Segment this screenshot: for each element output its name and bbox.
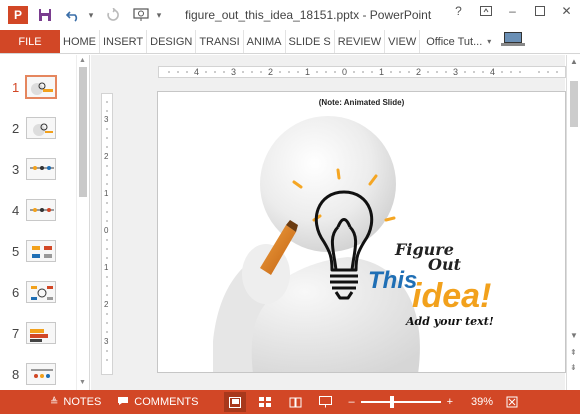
previous-slide-icon[interactable]: ⇞ xyxy=(570,348,577,357)
slide-sorter-view-icon[interactable] xyxy=(254,392,276,412)
thumbnail-number: 4 xyxy=(12,203,20,218)
comments-label: COMMENTS xyxy=(134,396,199,408)
ruler-label: 1 xyxy=(104,189,109,198)
vertical-ruler: 3 2 1 0 1 2 3 xyxy=(101,93,113,375)
zoom-level[interactable]: 39% xyxy=(471,396,493,408)
ruler-label: 2 xyxy=(104,300,109,309)
zoom-in-label: + xyxy=(446,396,454,408)
ruler-label: 1 xyxy=(305,67,311,77)
headline-idea: idea! xyxy=(412,277,492,315)
thumbnail-image[interactable] xyxy=(26,322,56,344)
tab-transitions[interactable]: TRANSI xyxy=(196,30,244,53)
thumbnail-number: 3 xyxy=(12,162,20,177)
ruler-label: 1 xyxy=(379,67,385,77)
undo-dropdown-icon[interactable]: ▾ xyxy=(86,5,96,25)
thumbnail-number: 2 xyxy=(12,121,20,136)
undo-icon[interactable] xyxy=(62,5,84,25)
scrollbar-thumb[interactable] xyxy=(570,81,578,127)
window-title: figure_out_this_idea_18151.pptx - PowerP… xyxy=(185,8,432,22)
zoom-out-button[interactable]: – xyxy=(348,396,354,408)
thumbnail-image[interactable] xyxy=(26,199,56,221)
thumbnail-number: 1 xyxy=(12,80,20,95)
thumbnail-number: 8 xyxy=(12,367,20,382)
slide-illustration xyxy=(213,116,420,372)
ruler-label: 2 xyxy=(268,67,274,77)
thumbnail-scrollbar[interactable]: ▲ ▼ xyxy=(76,55,88,390)
account-avatar[interactable] xyxy=(499,30,527,48)
close-icon[interactable]: ✕ xyxy=(553,0,580,22)
chevron-down-icon: ▾ xyxy=(487,37,492,46)
slide-show-view-icon[interactable] xyxy=(314,392,336,412)
tab-slide-show[interactable]: SLIDE S xyxy=(286,30,335,53)
scroll-up-icon[interactable]: ▲ xyxy=(570,57,578,66)
comments-button[interactable]: COMMENTS xyxy=(117,396,198,409)
scroll-up-icon[interactable]: ▲ xyxy=(79,57,86,64)
thumbnail-number: 6 xyxy=(12,285,20,300)
normal-view-icon[interactable] xyxy=(224,392,247,412)
zoom-slider[interactable] xyxy=(360,396,441,408)
tab-view[interactable]: VIEW xyxy=(385,30,421,53)
slide-canvas[interactable]: (Note: Animated Slide) Figure Out This i… xyxy=(157,91,566,373)
next-slide-icon[interactable]: ⇟ xyxy=(570,363,577,372)
scroll-down-icon[interactable]: ▼ xyxy=(79,379,86,386)
tab-file[interactable]: FILE xyxy=(0,30,60,53)
ruler-label: 1 xyxy=(104,263,109,272)
status-bar: ≜ NOTES COMMENTS – + 39% xyxy=(0,390,580,414)
slide-thumbnail-pane: 1 2 3 4 5 6 7 8 ▲ ▼ xyxy=(0,55,90,390)
title-bar: P ▾ ▾ figure_out_this_idea_18151.pptx - … xyxy=(0,0,580,30)
thumbnail-image[interactable] xyxy=(26,281,56,303)
ruler-label: 4 xyxy=(490,67,496,77)
zoom-in-button[interactable]: + xyxy=(447,396,453,408)
zoom-slider-thumb[interactable] xyxy=(389,396,394,408)
ruler-label: 2 xyxy=(416,67,422,77)
zoom-out-label: – xyxy=(348,396,355,408)
ruler-label: 2 xyxy=(104,152,109,161)
thumbnail-image[interactable] xyxy=(26,240,56,262)
thumbnail-number: 7 xyxy=(12,326,20,341)
redo-icon[interactable] xyxy=(102,5,124,25)
tab-animations[interactable]: ANIMA xyxy=(244,30,286,53)
tab-insert[interactable]: INSERT xyxy=(100,30,148,53)
fit-slide-to-window-icon[interactable] xyxy=(501,392,523,412)
ruler-label: 3 xyxy=(104,115,109,124)
tab-review[interactable]: REVIEW xyxy=(335,30,386,53)
scroll-down-icon[interactable]: ▼ xyxy=(570,331,578,340)
ruler-label: 0 xyxy=(342,67,348,77)
save-icon[interactable] xyxy=(34,5,56,25)
maximize-icon[interactable] xyxy=(526,0,553,22)
thumbnail-number: 5 xyxy=(12,244,20,259)
slideshow-from-beginning-icon[interactable] xyxy=(130,5,152,25)
account-menu[interactable]: Office Tut... ▾ xyxy=(426,30,491,53)
powerpoint-logo-icon: P xyxy=(8,6,28,24)
ruler-label: 3 xyxy=(104,337,109,346)
tab-design[interactable]: DESIGN xyxy=(147,30,197,53)
help-icon[interactable]: ? xyxy=(445,0,472,22)
notes-button[interactable]: ≜ NOTES xyxy=(50,396,101,408)
ribbon-display-options-icon[interactable] xyxy=(472,0,499,22)
ruler-label: 0 xyxy=(104,226,109,235)
slide-subtext: Add your text! xyxy=(406,315,494,328)
thumbnail-image[interactable] xyxy=(26,117,56,139)
horizontal-ruler: 4 3 2 1 0 1 2 3 4 xyxy=(158,66,566,78)
account-name: Office Tut... xyxy=(426,35,483,48)
minimize-icon[interactable]: – xyxy=(499,0,526,22)
notes-label: NOTES xyxy=(63,396,102,408)
tab-home[interactable]: HOME xyxy=(60,30,100,53)
thumbnail-image[interactable] xyxy=(25,75,57,99)
scrollbar-thumb[interactable] xyxy=(79,67,87,197)
notes-icon: ≜ xyxy=(50,396,59,408)
headline-out: Out xyxy=(428,255,461,274)
headline-this: This xyxy=(368,267,418,294)
ruler-label: 4 xyxy=(194,67,200,77)
thumbnail-image[interactable] xyxy=(26,363,56,385)
thumbnail-image[interactable] xyxy=(26,158,56,180)
customize-toolbar-icon[interactable]: ▾ xyxy=(154,5,164,25)
slide-scrollbar[interactable]: ▲ ▼ ⇞ ⇟ xyxy=(566,55,580,390)
comments-icon xyxy=(117,396,129,409)
ruler-label: 3 xyxy=(231,67,237,77)
ruler-label: 3 xyxy=(453,67,459,77)
ribbon-tabs: FILE HOME INSERT DESIGN TRANSI ANIMA SLI… xyxy=(0,30,580,54)
zoom-percentage: 39% xyxy=(471,396,494,408)
reading-view-icon[interactable] xyxy=(284,392,306,412)
